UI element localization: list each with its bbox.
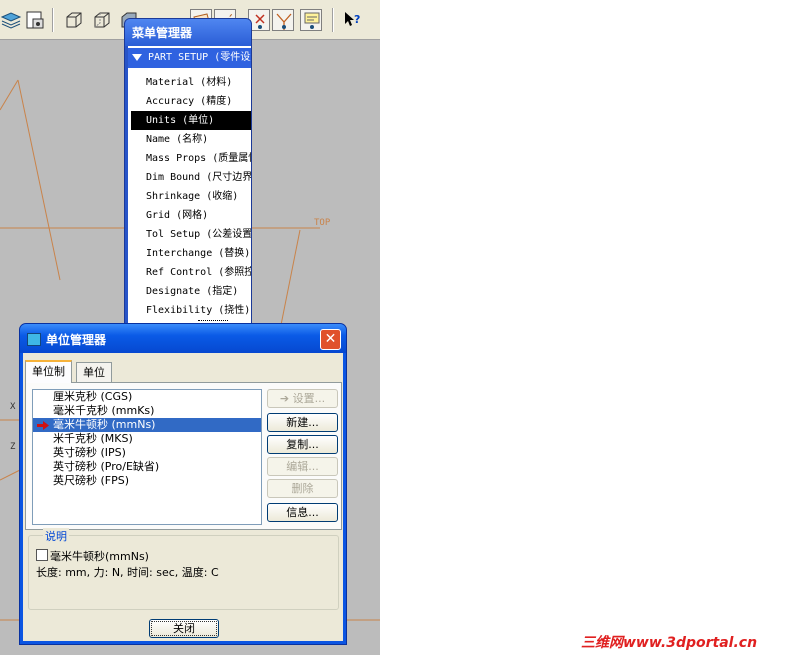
menu-manager-title: 菜单管理器 — [125, 19, 251, 46]
description-group: 说明 毫米牛顿秒(mmNs) 长度: mm, 力: N, 时间: sec, 温度… — [28, 528, 339, 610]
toolbar-separator — [332, 8, 334, 32]
menu-item[interactable]: Name (名称) — [128, 130, 251, 149]
unit-system-row[interactable]: 英寸磅秒 (IPS) — [33, 446, 261, 460]
axis-label-z: Z — [10, 442, 16, 452]
unit-system-label: 英寸磅秒 (IPS) — [53, 446, 126, 459]
menu-item[interactable]: Units (单位) — [131, 111, 251, 130]
info-button[interactable]: 信息... — [267, 503, 338, 522]
description-unit-name: 毫米牛顿秒(mmNs) — [36, 548, 149, 564]
menu-item[interactable]: Ref Control (参照控制) — [128, 263, 251, 282]
menu-header-part-setup[interactable]: PART SETUP (零件设置) — [128, 48, 251, 68]
tab-pane: 厘米克秒 (CGS) 毫米千克秒 (mmKs) 毫米牛顿秒 (mmNs) 米千克秒 (… — [25, 382, 342, 530]
unit-system-label: 英寸磅秒 (Pro/E缺省) — [53, 460, 160, 473]
set-button[interactable]: ➔ 设置... — [267, 389, 338, 408]
dialog-client: 单位制 单位 厘米克秒 (CGS) 毫米千克秒 (mmKs) 毫米牛顿秒 (mmNs… — [23, 353, 343, 641]
axis-label-x: X — [10, 402, 16, 412]
menu-manager: 菜单管理器 PART SETUP (零件设置) Material (材料)Acc… — [124, 18, 252, 334]
toolbar-separator — [52, 8, 54, 32]
menu-item[interactable]: Grid (网格) — [128, 206, 251, 225]
menu-item[interactable]: Mass Props (质量属性) — [128, 149, 251, 168]
unit-system-row[interactable]: 毫米牛顿秒 (mmNs) — [33, 418, 261, 432]
close-button[interactable]: 关闭 — [149, 619, 219, 638]
unit-system-label: 米千克秒 (MKS) — [53, 432, 133, 445]
watermark-site-name: 三维网 — [581, 635, 623, 651]
units-manager-dialog: 单位管理器 ✕ 单位制 单位 厘米克秒 (CGS) 毫米千克秒 (mmKs) 毫米牛… — [19, 323, 347, 645]
unit-system-row[interactable]: 英寸磅秒 (Pro/E缺省) — [33, 460, 261, 474]
whats-this-icon[interactable]: ? — [342, 9, 364, 31]
edit-button[interactable]: 编辑... — [267, 457, 338, 476]
menu-manager-body: PART SETUP (零件设置) Material (材料)Accuracy … — [128, 46, 251, 333]
wireframe-box-icon[interactable] — [63, 9, 85, 31]
unit-system-row[interactable]: 米千克秒 (MKS) — [33, 432, 261, 446]
collapse-triangle-icon — [132, 54, 142, 61]
unit-system-icon — [36, 549, 48, 561]
dialog-title-bar[interactable]: 单位管理器 ✕ — [20, 324, 346, 353]
hidden-line-box-icon[interactable] — [91, 9, 113, 31]
close-icon[interactable]: ✕ — [320, 329, 341, 350]
menu-list: Material (材料) Accuracy (精度) Units (单位) Name… — [128, 73, 251, 327]
menu-item[interactable]: Accuracy (精度) — [128, 92, 251, 111]
unit-system-row[interactable]: 厘米克秒 (CGS) — [33, 390, 261, 404]
tab-unit-systems[interactable]: 单位制 — [25, 360, 72, 383]
unit-system-row[interactable]: 毫米千克秒 (mmKs) — [33, 404, 261, 418]
menu-item[interactable]: Dim Bound (尺寸边界) — [128, 168, 251, 187]
watermark-url: www.3dportal.cn — [623, 635, 758, 651]
description-name-text: 毫米牛顿秒(mmNs) — [50, 550, 149, 563]
menu-item[interactable]: Interchange (替换) — [128, 244, 251, 263]
unit-system-label: 厘米克秒 (CGS) — [53, 390, 133, 403]
dialog-title: 单位管理器 — [46, 333, 107, 347]
menu-item[interactable]: Designate (指定) — [128, 282, 251, 301]
unit-system-list[interactable]: 厘米克秒 (CGS) 毫米千克秒 (mmKs) 毫米牛顿秒 (mmNs) 米千克秒 (… — [32, 389, 262, 525]
menu-item[interactable]: Material (材料) — [128, 73, 251, 92]
menu-item[interactable]: Tol Setup (公差设置) — [128, 225, 251, 244]
layers-icon[interactable] — [0, 9, 22, 31]
annotation-icon[interactable] — [300, 9, 322, 31]
svg-text:?: ? — [354, 13, 360, 26]
unit-system-label: 英尺磅秒 (FPS) — [53, 474, 130, 487]
unit-system-label: 毫米千克秒 (mmKs) — [53, 404, 155, 417]
csys-icon[interactable] — [272, 9, 294, 31]
unit-system-row[interactable]: 英尺磅秒 (FPS) — [33, 474, 261, 488]
datum-label-top: TOP — [314, 218, 331, 228]
tab-units[interactable]: 单位 — [76, 362, 112, 382]
copy-button[interactable]: 复制... — [267, 435, 338, 454]
saved-view-icon[interactable] — [24, 9, 46, 31]
menu-item[interactable]: Flexibility (挠性) — [128, 301, 251, 320]
window-icon — [27, 333, 41, 346]
watermark: 三维网www.3dportal.cn — [581, 632, 757, 652]
delete-button[interactable]: 删除 — [267, 479, 338, 498]
unit-system-label: 毫米牛顿秒 (mmNs) — [53, 418, 156, 431]
menu-item[interactable]: Shrinkage (收缩) — [128, 187, 251, 206]
description-legend: 说明 — [43, 528, 69, 544]
menu-header-label: PART SETUP (零件设置) — [148, 52, 251, 63]
description-details: 长度: mm, 力: N, 时间: sec, 温度: C — [36, 566, 219, 579]
current-arrow-icon — [37, 421, 49, 430]
new-button[interactable]: 新建... — [267, 413, 338, 432]
